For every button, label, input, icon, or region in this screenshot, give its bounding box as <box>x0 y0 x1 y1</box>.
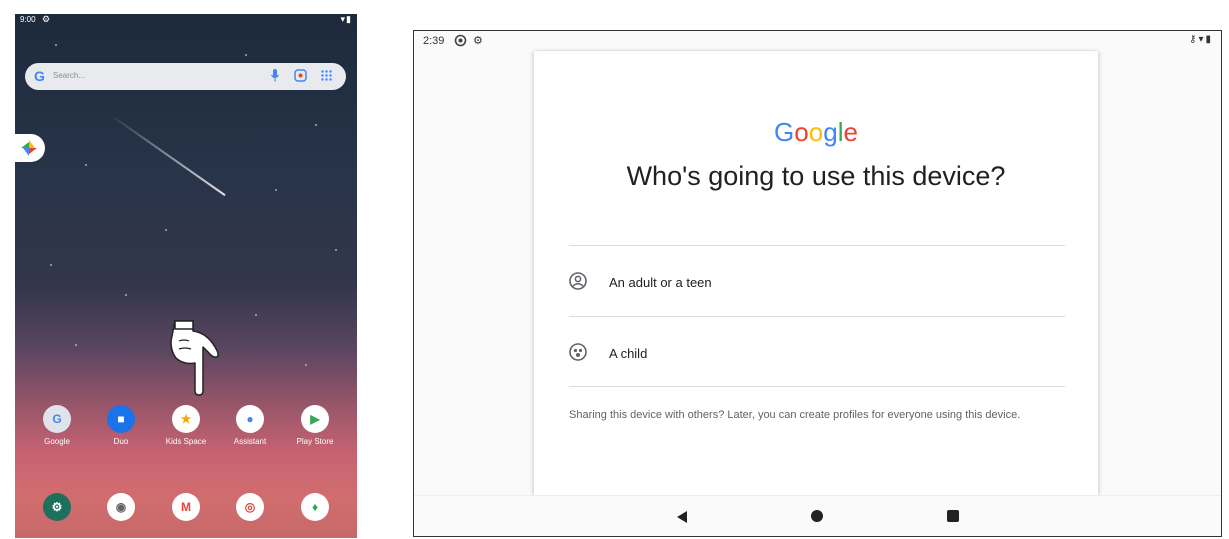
option-child[interactable]: A child <box>569 317 1065 387</box>
apps-grid-icon[interactable] <box>321 70 332 81</box>
settings-gear-icon: ⚙ <box>42 14 51 24</box>
google-folder-app[interactable]: G Google <box>29 405 85 446</box>
tablet-clock: 2:39 <box>423 35 445 47</box>
child-face-icon <box>569 343 587 361</box>
option-label: A child <box>609 346 648 361</box>
navigation-bar <box>414 495 1221 536</box>
star <box>85 164 87 166</box>
phone-status-bar: 9:00 ⚙ ▾▮ <box>15 14 357 26</box>
chrome-icon: ◎ <box>236 493 264 521</box>
app-label: Duo <box>113 437 129 446</box>
kids-space-icon: ★ <box>172 405 200 433</box>
camera-app[interactable]: ◉ <box>93 493 149 521</box>
option-adult-or-teen[interactable]: An adult or a teen <box>569 246 1065 316</box>
assistant-icon: ● <box>236 405 264 433</box>
maps-icon: ♦ <box>301 493 329 521</box>
account-circle-icon <box>569 272 587 290</box>
back-icon[interactable] <box>675 509 689 525</box>
google-search-bar[interactable]: G Search... <box>25 63 346 90</box>
star <box>275 189 277 191</box>
google-g-icon: G <box>34 68 45 84</box>
side-app-shortcut[interactable] <box>15 134 45 162</box>
account-status-icon <box>454 34 467 47</box>
play-store-icon: ▶ <box>301 405 329 433</box>
play-store-app[interactable]: ▶ Play Store <box>287 405 343 446</box>
settings-gear-icon: ⚙ <box>473 35 483 47</box>
phone-home-screen: 9:00 ⚙ ▾▮ G Search... G Google ■ Duo ★ K… <box>15 14 357 538</box>
star <box>315 124 317 126</box>
star <box>245 54 247 56</box>
star <box>335 249 337 251</box>
duo-app[interactable]: ■ Duo <box>93 405 149 446</box>
duo-icon: ■ <box>107 405 135 433</box>
star <box>305 364 307 366</box>
vpn-wifi-battery-icons: ⚷▾▮ <box>1189 34 1213 45</box>
camera-icon: ◉ <box>107 493 135 521</box>
assistant-app[interactable]: ● Assistant <box>222 405 278 446</box>
mic-icon[interactable] <box>271 69 279 83</box>
phone-clock: 9:00 <box>20 15 36 24</box>
maps-app[interactable]: ♦ <box>287 493 343 521</box>
pointing-hand-icon <box>170 320 219 396</box>
gmail-app[interactable]: M <box>158 493 214 521</box>
star <box>75 344 77 346</box>
google-lens-icon[interactable] <box>294 69 307 82</box>
star <box>165 229 167 231</box>
star <box>50 264 52 266</box>
page-title: Who's going to use this device? <box>626 161 1006 191</box>
home-icon[interactable] <box>810 509 824 523</box>
kids-space-app[interactable]: ★ Kids Space <box>158 405 214 446</box>
option-label: An adult or a teen <box>609 275 712 290</box>
app-label: Play Store <box>296 437 334 446</box>
assistant-pinwheel-icon <box>21 140 37 156</box>
settings-icon: ⚙ <box>43 493 71 521</box>
app-label: Assistant <box>233 437 267 446</box>
google-folder-icon: G <box>43 405 71 433</box>
gmail-icon: M <box>172 493 200 521</box>
overview-icon[interactable] <box>946 509 960 523</box>
app-label: Kids Space <box>165 437 207 446</box>
chrome-app[interactable]: ◎ <box>222 493 278 521</box>
wifi-battery-icons: ▾▮ <box>340 14 352 24</box>
star <box>55 44 57 46</box>
settings-app[interactable]: ⚙ <box>29 493 85 521</box>
star <box>125 294 127 296</box>
tablet-setup-screen: 2:39 ⚙ ⚷▾▮ Google Who's going to use thi… <box>413 30 1222 537</box>
tablet-status-bar: 2:39 ⚙ ⚷▾▮ <box>414 31 1221 51</box>
google-logo: Google <box>774 117 858 147</box>
shooting-star <box>114 117 226 196</box>
star <box>255 314 257 316</box>
app-label: Google <box>44 437 70 446</box>
setup-card: Google Who's going to use this device? A… <box>534 51 1098 495</box>
sharing-footnote: Sharing this device with others? Later, … <box>569 409 1021 421</box>
divider <box>569 386 1065 387</box>
search-placeholder: Search... <box>53 71 86 80</box>
